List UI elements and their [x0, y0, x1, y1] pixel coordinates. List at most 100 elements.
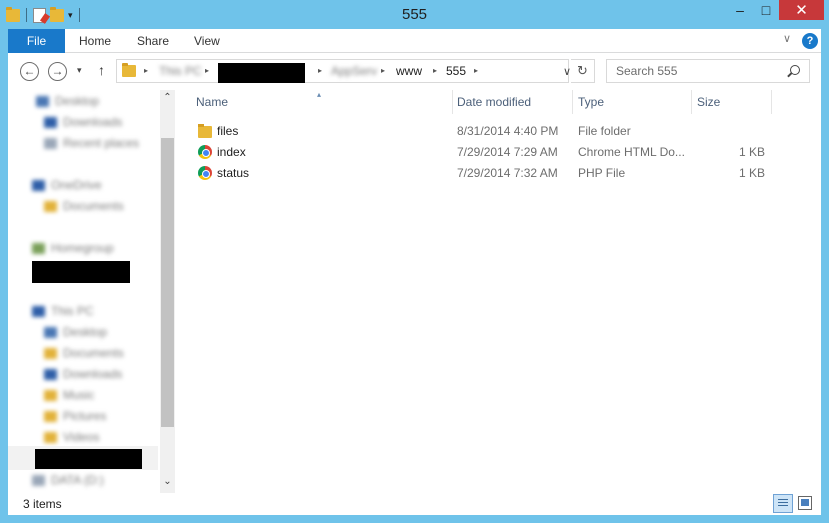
nav-item-pc-videos[interactable]: Videos: [44, 428, 99, 446]
help-icon[interactable]: ?: [802, 33, 818, 49]
homegroup-icon: [32, 242, 45, 254]
file-date-modified: 8/31/2014 4:40 PM: [457, 124, 559, 138]
status-bar: 3 items: [8, 493, 821, 515]
music-icon: [44, 389, 57, 401]
file-row[interactable]: status 7/29/2014 7:32 AM PHP File 1 KB: [175, 163, 821, 183]
search-input[interactable]: Search 555: [616, 64, 677, 78]
column-header-name[interactable]: Name: [196, 95, 450, 115]
downloads-icon: [44, 368, 57, 380]
file-type: Chrome HTML Do...: [578, 145, 685, 159]
file-name: files: [217, 124, 239, 138]
computer-icon: [32, 305, 45, 317]
details-view-icon[interactable]: [773, 494, 793, 513]
tab-file[interactable]: File: [8, 29, 65, 53]
pictures-icon: [44, 410, 57, 422]
file-name: status: [217, 166, 250, 180]
file-list: ▴ Name Date modified Type Size files 8/3…: [175, 90, 821, 493]
refresh-button[interactable]: ↻: [571, 59, 595, 83]
nav-item-downloads[interactable]: Downloads: [44, 113, 122, 131]
redacted-block: [32, 261, 130, 283]
nav-item-this-pc[interactable]: This PC: [32, 302, 94, 320]
nav-item-homegroup[interactable]: Homegroup: [32, 239, 114, 257]
tab-home[interactable]: Home: [79, 29, 111, 53]
nav-item-recent-places[interactable]: Recent places: [44, 134, 139, 152]
tab-view[interactable]: View: [194, 29, 220, 53]
breadcrumb-arrow-icon[interactable]: ▸: [205, 66, 209, 75]
content-area: Desktop Downloads Recent places OneDrive…: [8, 90, 821, 493]
downloads-icon: [44, 116, 57, 128]
forward-button[interactable]: →: [48, 62, 67, 81]
large-icons-view-icon[interactable]: [798, 496, 812, 510]
folder-icon: [44, 200, 57, 212]
file-name: index: [217, 145, 246, 159]
breadcrumb-appserv[interactable]: AppServ: [331, 64, 377, 78]
up-button[interactable]: ↑: [98, 62, 105, 78]
column-header-size[interactable]: Size: [697, 95, 767, 115]
file-row[interactable]: index 7/29/2014 7:29 AM Chrome HTML Do..…: [175, 142, 821, 162]
title-bar: ▾ 555 – □ ✕: [0, 0, 829, 29]
scroll-down-chevron-icon[interactable]: ⌄: [160, 476, 175, 492]
desktop-icon: [36, 95, 49, 107]
recent-places-icon: [44, 137, 57, 149]
redacted-block: [35, 449, 142, 469]
chrome-icon: [198, 166, 212, 180]
column-divider[interactable]: [691, 90, 692, 114]
nav-item-data-drive[interactable]: DATA (D:): [32, 471, 104, 489]
breadcrumb-arrow-icon[interactable]: ▸: [144, 66, 148, 75]
nav-item-onedrive[interactable]: OneDrive: [32, 176, 102, 194]
redacted-block: [218, 63, 305, 83]
nav-item-pc-music[interactable]: Music: [44, 386, 94, 404]
breadcrumb-this-pc[interactable]: This PC: [159, 64, 202, 78]
breadcrumb-555[interactable]: 555: [446, 64, 466, 78]
address-history-chevron-down-icon[interactable]: ∨: [563, 65, 571, 78]
breadcrumb-arrow-icon[interactable]: ▸: [381, 66, 385, 75]
search-box[interactable]: Search 555: [606, 59, 810, 83]
expand-ribbon-chevron-down-icon[interactable]: ∨: [783, 32, 791, 45]
search-icon[interactable]: [790, 65, 800, 75]
file-date-modified: 7/29/2014 7:32 AM: [457, 166, 558, 180]
desktop-icon: [44, 326, 57, 338]
tab-share[interactable]: Share: [137, 29, 169, 53]
column-divider[interactable]: [572, 90, 573, 114]
breadcrumb-arrow-icon[interactable]: ▸: [318, 66, 322, 75]
close-button[interactable]: ✕: [779, 0, 824, 20]
nav-item-documents[interactable]: Documents: [44, 197, 124, 215]
folder-icon: [198, 124, 212, 138]
nav-item-pc-desktop[interactable]: Desktop: [44, 323, 107, 341]
folder-icon: [122, 63, 136, 77]
videos-icon: [44, 431, 57, 443]
minimize-button[interactable]: –: [727, 0, 753, 20]
maximize-button[interactable]: □: [753, 0, 779, 20]
column-divider[interactable]: [771, 90, 772, 114]
chrome-icon: [198, 145, 212, 159]
window-title: 555: [401, 6, 428, 23]
column-header-date-modified[interactable]: Date modified: [457, 95, 569, 115]
nav-scrollbar[interactable]: ⌃ ⌄: [160, 90, 175, 493]
navigation-pane: Desktop Downloads Recent places OneDrive…: [8, 90, 175, 493]
scrollbar-thumb[interactable]: [161, 138, 174, 427]
file-type: PHP File: [578, 166, 626, 180]
nav-item-pc-pictures[interactable]: Pictures: [44, 407, 106, 425]
file-size: 1 KB: [738, 166, 765, 180]
navigation-bar: ← → ▾ ↑ ▸ This PC ▸ ▸ AppServ ▸ www ▸ 55…: [8, 53, 821, 90]
nav-item-pc-downloads[interactable]: Downloads: [44, 365, 122, 383]
drive-icon: [32, 474, 45, 486]
nav-item-desktop[interactable]: Desktop: [36, 92, 99, 110]
back-button[interactable]: ←: [20, 62, 39, 81]
file-type: File folder: [578, 124, 631, 138]
nav-item-pc-documents[interactable]: Documents: [44, 344, 124, 362]
ribbon-tabs: File Home Share View ∨ ?: [8, 29, 821, 53]
breadcrumb-arrow-icon[interactable]: ▸: [474, 66, 478, 75]
explorer-window: ▾ 555 – □ ✕ File Home Share View ∨ ? ← →…: [0, 0, 829, 523]
documents-icon: [44, 347, 57, 359]
column-header-type[interactable]: Type: [578, 95, 688, 115]
recent-locations-chevron-down-icon[interactable]: ▾: [77, 65, 82, 76]
breadcrumb-arrow-icon[interactable]: ▸: [433, 66, 437, 75]
address-bar[interactable]: ▸ This PC ▸ ▸ AppServ ▸ www ▸ 555 ▸: [116, 59, 569, 83]
file-date-modified: 7/29/2014 7:29 AM: [457, 145, 558, 159]
column-divider[interactable]: [452, 90, 453, 114]
file-row[interactable]: files 8/31/2014 4:40 PM File folder: [175, 121, 821, 141]
item-count: 3 items: [23, 497, 62, 511]
breadcrumb-www[interactable]: www: [396, 64, 422, 78]
scroll-up-chevron-icon[interactable]: ⌃: [160, 92, 175, 108]
